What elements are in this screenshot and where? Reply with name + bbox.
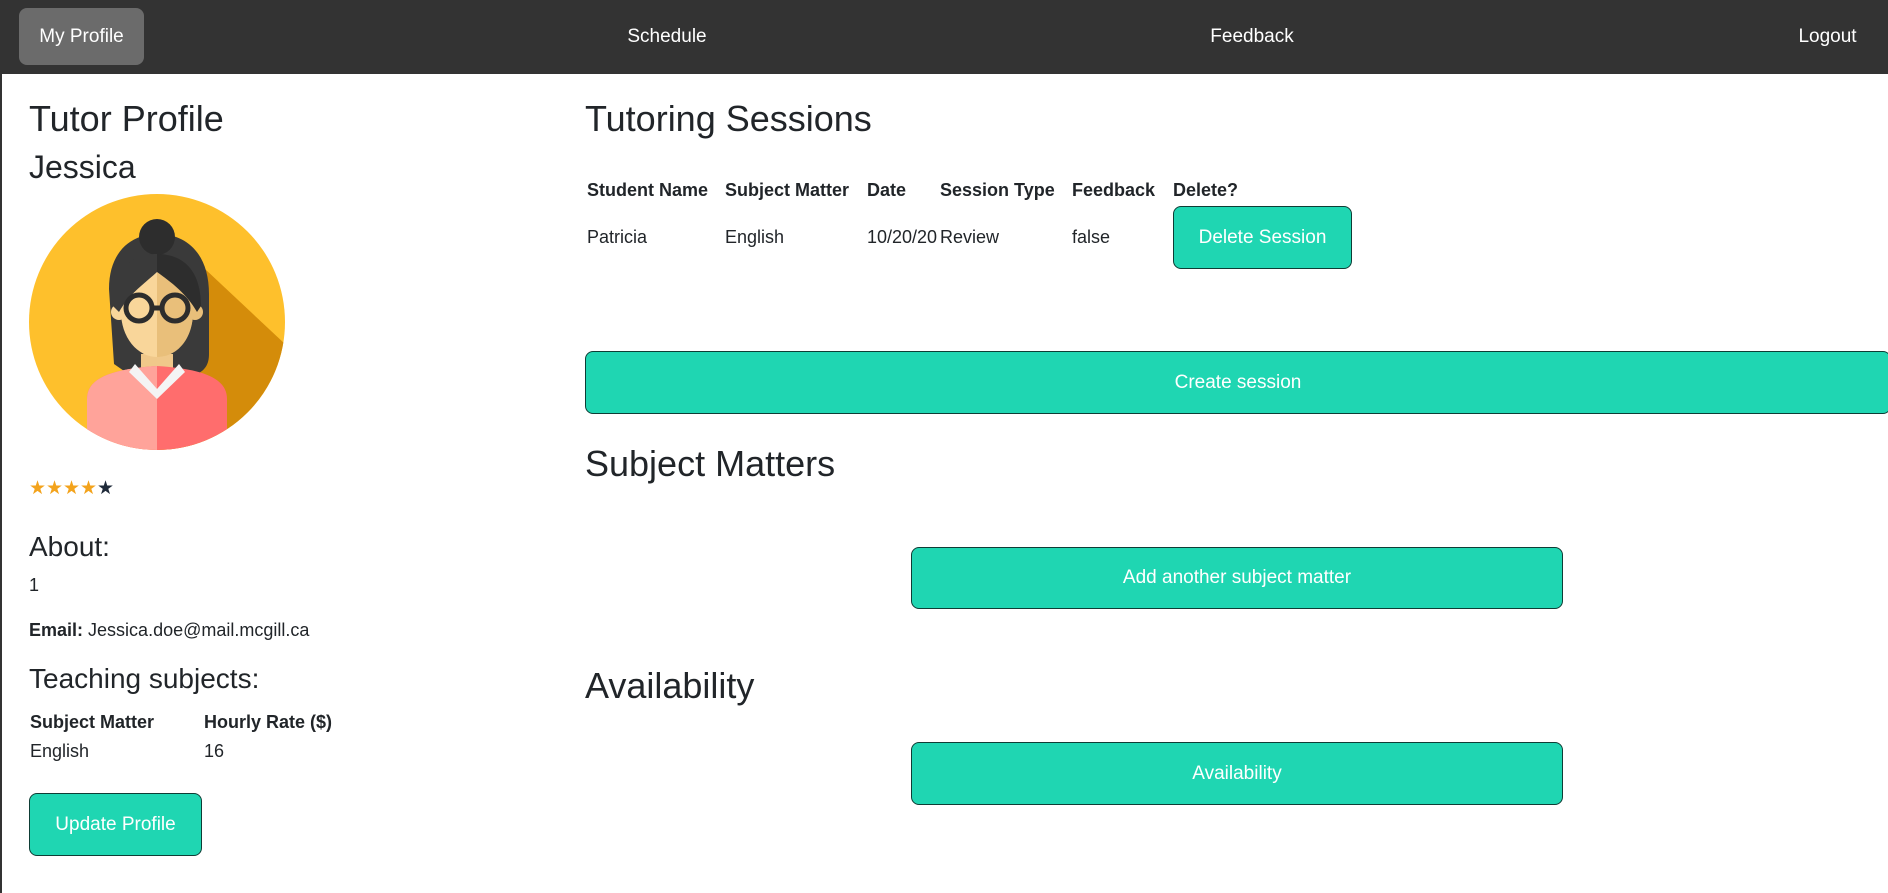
subject-matters-title: Subject Matters (585, 443, 836, 484)
rating-stars: ★ ★ ★ ★ ★ (29, 479, 114, 499)
sessions-col-date: Date (867, 180, 907, 200)
sessions-title: Tutoring Sessions (585, 98, 872, 139)
subjects-cell-rate: 16 (204, 741, 225, 761)
session-cell-date: 10/20/20 (867, 227, 938, 247)
update-profile-button[interactable]: Update Profile (29, 793, 202, 856)
email-value: Jessica.doe@mail.mcgill.ca (88, 620, 310, 640)
availability-button[interactable]: Availability (911, 742, 1563, 805)
availability-title: Availability (585, 665, 755, 706)
nav-logout[interactable]: Logout (1770, 8, 1885, 65)
session-cell-type: Review (940, 227, 1000, 247)
sessions-col-feedback: Feedback (1072, 180, 1156, 200)
subjects-col-subject: Subject Matter (30, 712, 155, 732)
avatar (29, 194, 285, 450)
page-left-border (0, 74, 2, 893)
session-cell-feedback: false (1072, 227, 1111, 247)
star-filled-icon: ★ (80, 478, 98, 499)
nav-my-profile[interactable]: My Profile (19, 8, 144, 65)
star-filled-icon: ★ (63, 478, 81, 499)
session-cell-subject: English (725, 227, 785, 247)
profile-title: Tutor Profile (29, 98, 224, 139)
sessions-col-student: Student Name (587, 180, 709, 200)
subjects-cell-subject: English (30, 741, 90, 761)
star-empty-icon: ★ (97, 478, 115, 499)
sessions-col-delete: Delete? (1173, 180, 1239, 200)
email-label: Email: (29, 620, 84, 640)
sessions-col-subject: Subject Matter (725, 180, 850, 200)
add-subject-matter-button[interactable]: Add another subject matter (911, 547, 1563, 609)
delete-session-button[interactable]: Delete Session (1173, 206, 1352, 269)
tutor-name: Jessica (29, 149, 136, 185)
about-value: 1 (29, 575, 40, 595)
nav-schedule[interactable]: Schedule (600, 8, 734, 65)
nav-feedback[interactable]: Feedback (1184, 8, 1320, 65)
teaching-subjects-heading: Teaching subjects: (29, 663, 260, 694)
about-heading: About: (29, 531, 110, 562)
email-row: Email: Jessica.doe@mail.mcgill.ca (29, 620, 309, 641)
create-session-button[interactable]: Create session (585, 351, 1888, 414)
star-filled-icon: ★ (46, 478, 64, 499)
top-navbar: My Profile Schedule Feedback Logout (0, 0, 1888, 74)
subjects-col-rate: Hourly Rate ($) (204, 712, 333, 732)
session-cell-student: Patricia (587, 227, 648, 247)
star-filled-icon: ★ (29, 478, 47, 499)
sessions-col-type: Session Type (940, 180, 1055, 200)
